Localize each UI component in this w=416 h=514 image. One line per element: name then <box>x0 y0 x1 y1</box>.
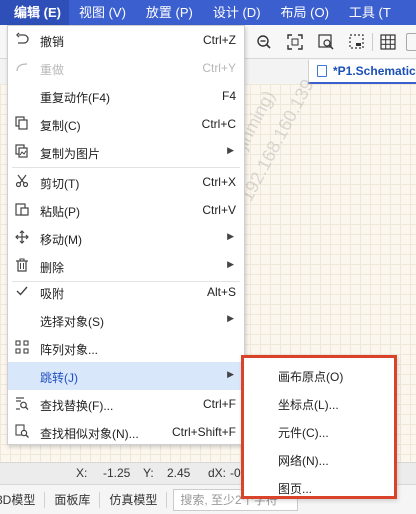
copy-image-icon <box>14 144 30 160</box>
menu-item-redo[interactable]: 重做 Ctrl+Y <box>8 54 244 82</box>
menu-item-label: 跳转(J) <box>40 371 78 385</box>
fit-view-icon[interactable] <box>287 34 303 50</box>
submenu-item-net[interactable]: 网络(N)... <box>244 445 394 473</box>
menu-item-label: 查找相似对象(N)... <box>40 427 139 441</box>
menu-item-shortcut: Ctrl+Shift+F <box>171 425 236 439</box>
zoom-out-icon[interactable] <box>256 34 272 50</box>
chevron-right-icon: ▶ <box>227 313 234 323</box>
menu-item-shortcut: Ctrl+F <box>203 397 236 411</box>
menu-item-label: 粘贴(P) <box>40 205 80 219</box>
menu-place[interactable]: 放置 (P) <box>136 0 203 25</box>
y-value: 2.45 <box>167 466 191 480</box>
menu-item-label: 查找替换(F)... <box>40 399 114 413</box>
menu-item-label: 吸附 <box>40 287 65 301</box>
menu-item-shortcut: Ctrl+C <box>201 117 236 131</box>
trash-icon <box>14 258 30 274</box>
menu-item-shortcut: F4 <box>221 89 236 103</box>
zoom-area-icon[interactable] <box>318 34 334 50</box>
x-label: X: <box>76 466 88 480</box>
submenu-item-page[interactable]: 图页... <box>244 473 394 501</box>
grid-array-icon <box>14 340 30 356</box>
menu-item-cut[interactable]: 剪切(T) Ctrl+X <box>8 168 244 196</box>
toolbar-divider <box>372 33 373 51</box>
menu-item-label: 重复动作(F4) <box>40 91 110 105</box>
dx-label: dX: <box>208 466 227 480</box>
chevron-right-icon: ▶ <box>227 231 234 241</box>
x-value: -1.25 <box>103 466 131 480</box>
menu-view[interactable]: 视图 (V) <box>69 0 136 25</box>
y-label: Y: <box>143 466 154 480</box>
move-icon <box>14 230 30 246</box>
tab-3d-model[interactable]: 3D模型 <box>0 491 46 508</box>
menu-item-array-objects[interactable]: 阵列对象... <box>8 334 244 362</box>
menu-item-shortcut: Ctrl+V <box>202 203 236 217</box>
submenu-item-coordinate[interactable]: 坐标点(L)... <box>244 389 394 417</box>
menu-item-shortcut: Ctrl+Z <box>203 33 236 47</box>
redo-icon <box>14 60 30 76</box>
menubar: 编辑 (E) 视图 (V) 放置 (P) 设计 (D) 布局 (O) 工具 (T <box>0 0 416 25</box>
submenu-item-label: 网络(N)... <box>278 454 329 468</box>
jump-submenu: 画布原点(O) 坐标点(L)... 元件(C)... 网络(N)... 图页..… <box>241 355 397 499</box>
submenu-item-label: 画布原点(O) <box>278 370 344 384</box>
menu-design[interactable]: 设计 (D) <box>203 0 271 25</box>
chevron-right-icon: ▶ <box>227 259 234 269</box>
check-icon <box>14 284 30 300</box>
document-tab[interactable]: *P1.Schematic <box>308 60 416 84</box>
document-tab-label: *P1.Schematic <box>333 64 416 78</box>
file-icon <box>317 65 327 77</box>
submenu-item-label: 元件(C)... <box>278 426 329 440</box>
copy-icon <box>14 116 30 132</box>
menu-item-copy[interactable]: 复制(C) Ctrl+C <box>8 110 244 138</box>
menu-item-snap[interactable]: 吸附 Alt+S <box>8 278 244 306</box>
menu-item-label: 重做 <box>40 63 65 77</box>
select-area-icon[interactable] <box>349 34 365 50</box>
menu-tools[interactable]: 工具 (T <box>339 0 401 25</box>
menu-item-repeat-action[interactable]: 重复动作(F4) F4 <box>8 82 244 110</box>
scissors-icon <box>14 174 30 190</box>
menu-item-paste[interactable]: 粘贴(P) Ctrl+V <box>8 196 244 224</box>
menu-item-undo[interactable]: 撤销 Ctrl+Z <box>8 26 244 54</box>
menu-layout[interactable]: 布局 (O) <box>271 0 339 25</box>
menu-item-jump[interactable]: 跳转(J) ▶ <box>8 362 244 390</box>
paste-icon <box>14 202 30 218</box>
menu-item-copy-as-image[interactable]: 复制为图片 ▶ <box>8 138 244 166</box>
submenu-item-label: 图页... <box>278 482 313 496</box>
menu-item-shortcut: Ctrl+Y <box>202 61 236 75</box>
menu-item-label: 复制为图片 <box>40 147 101 161</box>
submenu-item-canvas-origin[interactable]: 画布原点(O) <box>244 361 394 389</box>
menu-item-delete[interactable]: 删除 ▶ <box>8 252 244 280</box>
toolbar-dropdown[interactable] <box>406 33 416 51</box>
menu-item-label: 移动(M) <box>40 233 82 247</box>
menu-item-shortcut: Alt+S <box>206 285 236 299</box>
menu-item-shortcut: Ctrl+X <box>202 175 236 189</box>
menu-item-find-replace[interactable]: 查找替换(F)... Ctrl+F <box>8 390 244 418</box>
menu-item-label: 选择对象(S) <box>40 315 104 329</box>
tab-simulation-model[interactable]: 仿真模型 <box>100 491 168 508</box>
chevron-right-icon: ▶ <box>227 369 234 379</box>
find-replace-icon <box>14 396 30 412</box>
submenu-item-label: 坐标点(L)... <box>278 398 339 412</box>
menu-item-label: 删除 <box>40 261 65 275</box>
chevron-right-icon: ▶ <box>227 145 234 155</box>
edit-menu-dropdown: 撤销 Ctrl+Z 重做 Ctrl+Y 重复动作(F4) F4 复制(C) Ct… <box>7 25 245 445</box>
tab-panel-library[interactable]: 面板库 <box>45 491 101 508</box>
menu-item-label: 阵列对象... <box>40 343 99 357</box>
menu-item-find-similar[interactable]: 查找相似对象(N)... Ctrl+Shift+F <box>8 418 244 446</box>
find-similar-icon <box>14 424 30 440</box>
menu-item-label: 剪切(T) <box>40 177 80 191</box>
submenu-item-component[interactable]: 元件(C)... <box>244 417 394 445</box>
undo-icon <box>14 32 30 48</box>
grid-icon[interactable] <box>380 34 396 50</box>
menu-item-label: 复制(C) <box>40 119 81 133</box>
menu-item-select-objects[interactable]: 选择对象(S) ▶ <box>8 306 244 334</box>
menu-item-move[interactable]: 移动(M) ▶ <box>8 224 244 252</box>
menu-edit[interactable]: 编辑 (E) <box>0 0 69 25</box>
dx-value: -0 <box>230 466 241 480</box>
menu-item-label: 撤销 <box>40 35 65 49</box>
